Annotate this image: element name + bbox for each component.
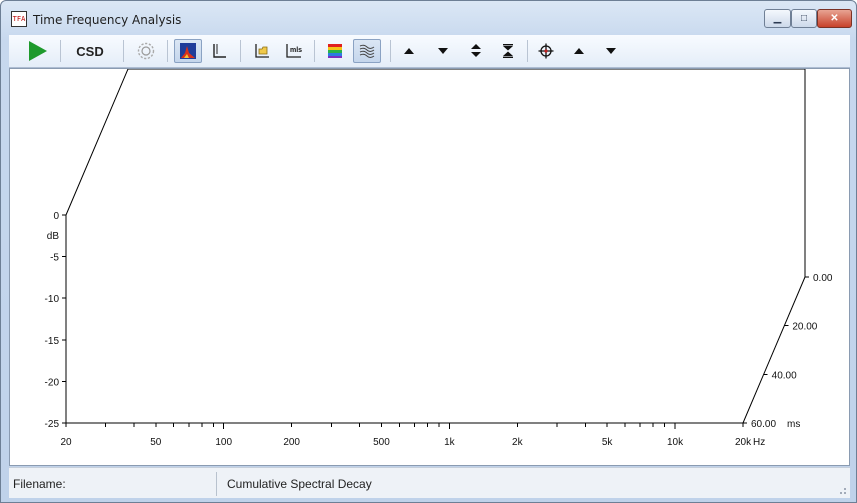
- cursor-up-button[interactable]: [569, 39, 589, 63]
- color-bars-icon: [328, 44, 342, 58]
- arrow-down-icon: [606, 48, 616, 54]
- cursor-down-button[interactable]: [601, 39, 621, 63]
- mls-button[interactable]: mls: [281, 39, 307, 63]
- cursor-button[interactable]: [535, 39, 557, 63]
- toolbar-separator: [60, 40, 61, 62]
- x-tick-label: 5k: [602, 437, 614, 448]
- plot-area[interactable]: 0 -5 -10 -15 -20 -25 dB 20 50 100 200 500 1k 2k 5k 10k…: [9, 68, 850, 466]
- window: TFA Time Frequency Analysis ▁ □ ✕ CSD ml…: [0, 0, 857, 503]
- spectrogram-button[interactable]: [353, 39, 381, 63]
- time-axis-icon: [213, 44, 226, 58]
- scale-down-button[interactable]: [433, 39, 453, 63]
- waterfall-view-button[interactable]: [174, 39, 202, 63]
- x-tick-label: 20: [60, 437, 72, 448]
- title-bar[interactable]: TFA Time Frequency Analysis ▁ □ ✕: [1, 1, 856, 37]
- toolbar: CSD mls: [9, 35, 850, 68]
- play-icon: [29, 41, 47, 61]
- arrow-down-icon: [438, 48, 448, 54]
- x-tick-label: 1k: [444, 437, 456, 448]
- z-tick-label: 40.00: [772, 370, 797, 381]
- expand-icon: [471, 44, 481, 57]
- x-tick-label: 50: [150, 437, 162, 448]
- scale-up-button[interactable]: [399, 39, 419, 63]
- x-unit-label: Hz: [753, 437, 765, 448]
- status-mode: Cumulative Spectral Decay: [227, 477, 372, 491]
- y-tick-label: -20: [45, 377, 60, 388]
- load-icon: [255, 44, 269, 58]
- y-tick-label: -25: [45, 419, 60, 430]
- y-tick-label: 0: [53, 211, 59, 222]
- x-tick-label: 2k: [512, 437, 524, 448]
- spectrogram-icon: [359, 44, 375, 58]
- x-tick-label: 200: [283, 437, 300, 448]
- waterfall-icon: [180, 43, 196, 59]
- compress-range-button[interactable]: [498, 39, 518, 63]
- expand-range-button[interactable]: [466, 39, 486, 63]
- window-title: Time Frequency Analysis: [33, 13, 182, 27]
- x-axis: 20 50 100 200 500 1k 2k 5k 10k 20k Hz: [60, 423, 765, 448]
- time-axis-button[interactable]: [207, 39, 231, 63]
- y-tick-label: -15: [45, 336, 60, 347]
- z-tick-label: 20.00: [792, 322, 817, 333]
- csd-button[interactable]: CSD: [69, 39, 111, 63]
- x-tick-label: 500: [373, 437, 390, 448]
- color-scale-button[interactable]: [323, 39, 347, 63]
- toolbar-separator: [314, 40, 315, 62]
- waterfall-plot[interactable]: 0 -5 -10 -15 -20 -25 dB 20 50 100 200 500 1k 2k 5k 10k…: [10, 69, 849, 465]
- settings-button[interactable]: [134, 39, 158, 63]
- resize-grip-icon[interactable]: [837, 485, 847, 495]
- arrow-up-icon: [404, 48, 414, 54]
- toolbar-separator: [123, 40, 124, 62]
- compress-icon: [503, 44, 513, 58]
- filename-label: Filename:: [13, 477, 66, 491]
- arrow-up-icon: [574, 48, 584, 54]
- toolbar-separator: [167, 40, 168, 62]
- play-button[interactable]: [23, 39, 51, 63]
- status-bar: Filename: Cumulative Spectral Decay: [9, 467, 850, 498]
- toolbar-separator: [240, 40, 241, 62]
- settings-icon: [137, 42, 155, 60]
- z-axis-line: [742, 276, 806, 424]
- minimize-button[interactable]: ▁: [764, 9, 791, 28]
- z-tick-label: 0.00: [813, 273, 833, 284]
- crosshair-icon: [538, 43, 554, 59]
- toolbar-separator: [390, 40, 391, 62]
- app-icon[interactable]: TFA: [11, 11, 27, 27]
- plot-frame: [65, 69, 806, 424]
- mls-icon: mls: [286, 44, 302, 58]
- y-tick-label: -5: [50, 253, 59, 264]
- x-tick-label: 100: [215, 437, 232, 448]
- status-separator: [216, 472, 217, 496]
- x-tick-label: 20k: [735, 437, 752, 448]
- y-axis: 0 -5 -10 -15 -20 -25 dB: [45, 211, 66, 430]
- csd-label: CSD: [76, 43, 104, 59]
- svg-text:mls: mls: [290, 47, 302, 54]
- y-unit-label: dB: [47, 231, 60, 242]
- back-wall-outline: [65, 69, 806, 277]
- close-button[interactable]: ✕: [817, 9, 852, 28]
- load-button[interactable]: [250, 39, 274, 63]
- z-axis: 0.00 20.00 40.00 60.00 ms: [743, 273, 833, 430]
- y-tick-label: -10: [45, 294, 60, 305]
- toolbar-separator: [527, 40, 528, 62]
- z-unit-label: ms: [787, 419, 800, 430]
- z-tick-label: 60.00: [751, 419, 776, 430]
- x-tick-label: 10k: [667, 437, 684, 448]
- maximize-button[interactable]: □: [791, 9, 817, 28]
